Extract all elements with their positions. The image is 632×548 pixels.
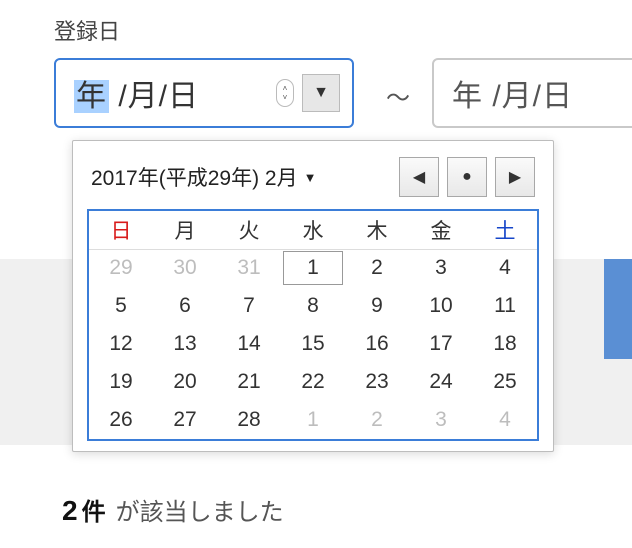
weekday-header: 金 — [409, 211, 473, 249]
calendar-title-text: 2017年(平成29年) 2月 — [91, 162, 298, 192]
calendar-popup: 2017年(平成29年) 2月 ▼ ◀ ● ▶ 日月火水木金土 29303112… — [72, 140, 554, 452]
calendar-day[interactable]: 7 — [217, 287, 281, 325]
results-text: が該当しました — [116, 492, 284, 527]
calendar-day[interactable]: 11 — [473, 287, 537, 325]
triangle-right-icon: ▶ — [509, 167, 521, 187]
results-summary: 2 件 が該当しました — [62, 492, 284, 527]
calendar-day[interactable]: 26 — [89, 401, 153, 439]
date-from-placeholder: 年 /月/日 — [74, 71, 199, 115]
today-button[interactable]: ● — [447, 157, 487, 197]
calendar-day[interactable]: 25 — [473, 363, 537, 401]
weekday-header: 日 — [89, 211, 153, 249]
calendar-day[interactable]: 17 — [409, 325, 473, 363]
date-to-input[interactable]: 年 /月/日 — [432, 58, 632, 128]
weekday-header: 木 — [345, 211, 409, 249]
date-from-dropdown-button[interactable]: ▼ — [302, 74, 340, 112]
calendar-day[interactable]: 2 — [345, 249, 409, 287]
calendar-header: 2017年(平成29年) 2月 ▼ ◀ ● ▶ — [87, 157, 539, 197]
calendar-day[interactable]: 31 — [217, 249, 281, 287]
calendar-day[interactable]: 13 — [153, 325, 217, 363]
calendar-day[interactable]: 1 — [281, 401, 345, 439]
calendar-day[interactable]: 21 — [217, 363, 281, 401]
results-count: 2 — [62, 495, 78, 527]
prev-month-button[interactable]: ◀ — [399, 157, 439, 197]
calendar-day[interactable]: 4 — [473, 249, 537, 287]
date-from-year: 年 — [74, 80, 109, 113]
triangle-down-icon: ▼ — [313, 84, 329, 102]
range-separator: 〜 — [386, 78, 410, 113]
calendar-day[interactable]: 29 — [89, 249, 153, 287]
calendar-day[interactable]: 16 — [345, 325, 409, 363]
calendar-day[interactable]: 9 — [345, 287, 409, 325]
calendar-day[interactable]: 19 — [89, 363, 153, 401]
date-from-input[interactable]: 年 /月/日 ˄ ˅ ▼ — [54, 58, 354, 128]
calendar-day[interactable]: 22 — [281, 363, 345, 401]
calendar-day[interactable]: 14 — [217, 325, 281, 363]
weekday-header: 土 — [473, 211, 537, 249]
calendar-day[interactable]: 30 — [153, 249, 217, 287]
calendar-day[interactable]: 3 — [409, 401, 473, 439]
triangle-left-icon: ◀ — [413, 167, 425, 187]
calendar-day[interactable]: 27 — [153, 401, 217, 439]
calendar-day[interactable]: 3 — [409, 249, 473, 287]
calendar-day[interactable]: 12 — [89, 325, 153, 363]
calendar-day[interactable]: 5 — [89, 287, 153, 325]
calendar-day[interactable]: 18 — [473, 325, 537, 363]
calendar-month-select[interactable]: 2017年(平成29年) 2月 ▼ — [91, 162, 316, 192]
weekday-header: 火 — [217, 211, 281, 249]
next-month-button[interactable]: ▶ — [495, 157, 535, 197]
dot-icon: ● — [462, 168, 472, 186]
calendar-day[interactable]: 4 — [473, 401, 537, 439]
calendar-day[interactable]: 24 — [409, 363, 473, 401]
calendar-nav: ◀ ● ▶ — [399, 157, 535, 197]
calendar-day[interactable]: 28 — [217, 401, 281, 439]
calendar-day[interactable]: 23 — [345, 363, 409, 401]
weekday-header: 月 — [153, 211, 217, 249]
calendar-day[interactable]: 8 — [281, 287, 345, 325]
results-unit: 件 — [82, 492, 106, 527]
stepper-icon[interactable]: ˄ ˅ — [276, 79, 294, 107]
calendar-day[interactable]: 6 — [153, 287, 217, 325]
triangle-down-icon: ▼ — [304, 170, 317, 185]
calendar-day[interactable]: 10 — [409, 287, 473, 325]
calendar-day[interactable]: 1 — [281, 249, 345, 287]
calendar-day[interactable]: 2 — [345, 401, 409, 439]
field-label: 登録日 — [54, 14, 120, 46]
date-to-placeholder: 年 /月/日 — [452, 71, 573, 115]
calendar-grid: 日月火水木金土 29303112345678910111213141516171… — [87, 209, 539, 441]
background-accent — [604, 259, 632, 359]
calendar-day[interactable]: 15 — [281, 325, 345, 363]
calendar-day[interactable]: 20 — [153, 363, 217, 401]
weekday-header: 水 — [281, 211, 345, 249]
